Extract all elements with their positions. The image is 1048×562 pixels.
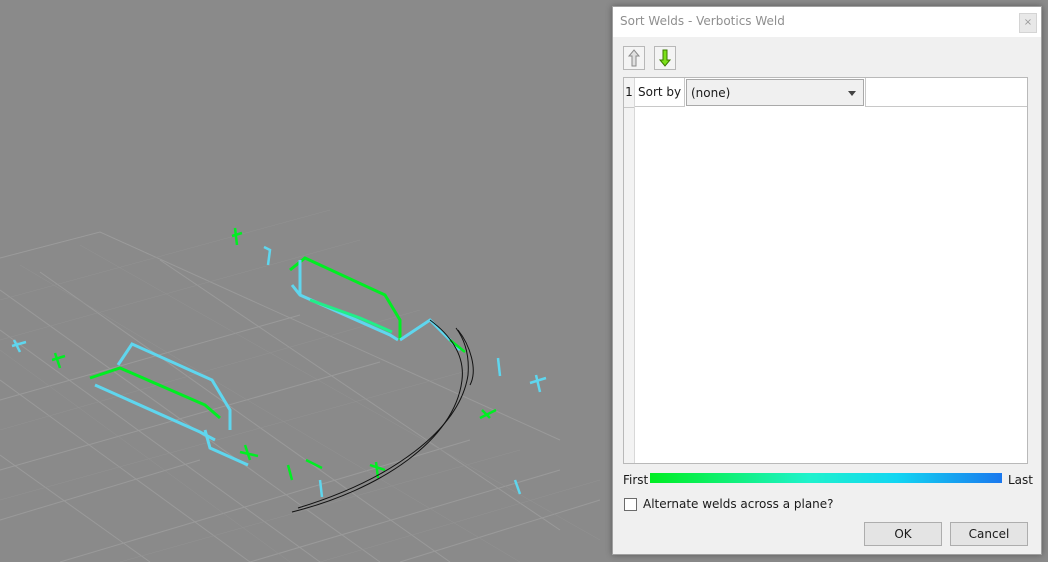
dialog-titlebar: Sort Welds - Verbotics Weld × xyxy=(613,7,1041,37)
chevron-down-icon xyxy=(848,91,856,96)
arrow-down-icon xyxy=(658,49,672,67)
sort-by-label: Sort by xyxy=(635,78,685,107)
alternate-welds-checkbox[interactable] xyxy=(624,498,637,511)
dialog-title: Sort Welds - Verbotics Weld xyxy=(620,14,785,28)
sort-by-value: (none) xyxy=(691,86,731,100)
move-up-button[interactable] xyxy=(623,46,645,70)
row-header-column xyxy=(624,78,635,463)
gradient-last-label: Last xyxy=(1008,473,1033,487)
move-down-button[interactable] xyxy=(654,46,676,70)
cancel-button[interactable]: Cancel xyxy=(950,522,1028,546)
alternate-welds-label[interactable]: Alternate welds across a plane? xyxy=(643,497,834,511)
arrow-up-icon xyxy=(627,49,641,67)
ok-button[interactable]: OK xyxy=(864,522,942,546)
close-button[interactable]: × xyxy=(1019,13,1037,33)
sort-welds-dialog: Sort Welds - Verbotics Weld × 1 Sort by … xyxy=(612,6,1042,555)
table-cell-empty[interactable] xyxy=(865,78,1027,107)
order-color-gradient xyxy=(650,473,1002,483)
sort-by-dropdown[interactable]: (none) xyxy=(686,79,864,106)
gradient-first-label: First xyxy=(623,473,649,487)
sort-criteria-table: 1 Sort by (none) xyxy=(623,77,1028,464)
row-number: 1 xyxy=(624,78,634,108)
